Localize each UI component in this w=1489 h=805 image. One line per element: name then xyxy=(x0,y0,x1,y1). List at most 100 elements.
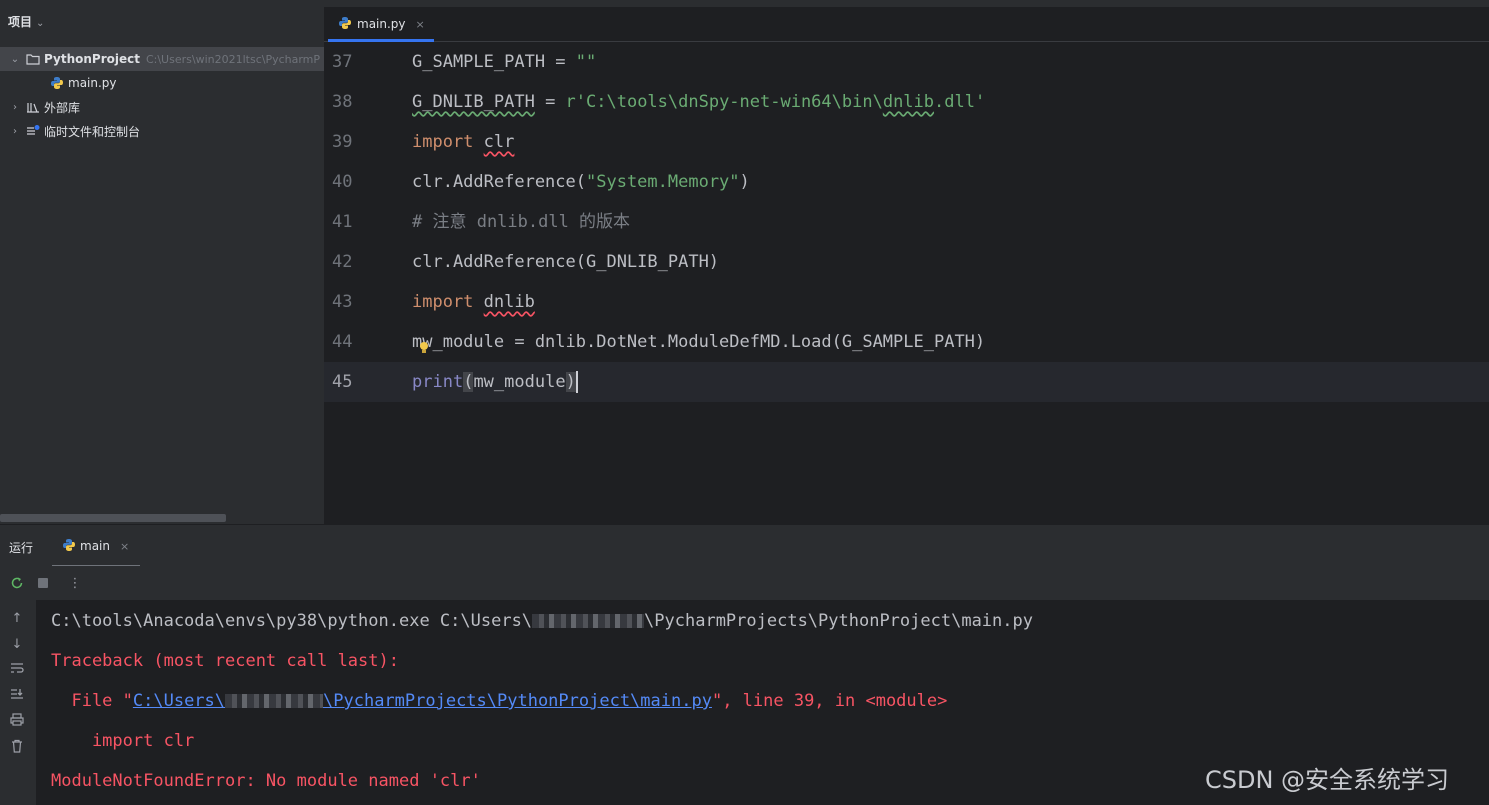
project-panel-title: 项目 xyxy=(8,15,33,29)
redacted-username xyxy=(225,694,324,708)
console-text: \PycharmProjects\PythonProject\main.py xyxy=(644,611,1033,631)
python-icon xyxy=(62,538,76,555)
line-number: 39 xyxy=(332,132,353,152)
code-text: mw_module xyxy=(473,372,566,392)
tree-item-main-py[interactable]: main.py xyxy=(0,71,324,95)
line-number-current: 45 xyxy=(332,372,353,392)
python-file-icon xyxy=(50,76,64,90)
tree-item-external-libraries[interactable]: › 外部库 xyxy=(0,95,324,119)
redacted-username xyxy=(532,614,645,628)
tree-item-label: 外部库 xyxy=(44,100,81,115)
code-string: .dll' xyxy=(934,92,986,112)
project-path: C:\Users\win2021ltsc\PycharmP xyxy=(145,52,321,66)
console-error-message: ModuleNotFoundError: No module named 'cl… xyxy=(51,761,481,801)
tab-main-py[interactable]: main.py × xyxy=(328,7,434,42)
code-line-38[interactable]: G_DNLIB_PATH = r'C:\tools\dnSpy-net-win6… xyxy=(412,82,985,122)
chevron-right-icon[interactable]: › xyxy=(10,126,20,137)
chevron-down-icon: ⌄ xyxy=(36,18,45,29)
trash-icon[interactable] xyxy=(7,739,27,759)
python-file-icon xyxy=(338,16,352,33)
code-string: dnlib xyxy=(882,92,935,112)
code-string: "System.Memory" xyxy=(586,172,740,192)
line-number: 42 xyxy=(332,252,353,272)
code-line-37[interactable]: G_SAMPLE_PATH = "" xyxy=(412,42,596,82)
project-name: PythonProject xyxy=(44,52,140,66)
line-number: 40 xyxy=(332,172,353,192)
print-icon[interactable] xyxy=(7,713,27,733)
tab-run-main[interactable]: main × xyxy=(52,525,140,567)
code-line-40[interactable]: clr.AddReference("System.Memory") xyxy=(412,162,750,202)
code-builtin: print xyxy=(412,372,464,392)
window-top-strip xyxy=(0,0,1489,7)
line-number: 44 xyxy=(332,332,353,352)
code-line-41[interactable]: # 注意 dnlib.dll 的版本 xyxy=(412,202,630,242)
project-panel-header[interactable]: 项目 ⌄ xyxy=(8,13,44,30)
code-text: clr.AddReference(G_DNLIB_PATH) xyxy=(412,252,720,272)
code-string: "" xyxy=(575,52,597,72)
code-line-45[interactable]: print(mw_module) xyxy=(412,362,578,402)
folder-icon xyxy=(26,52,40,66)
console-file-line: File "C:\Users\ \PycharmProjects\PythonPr… xyxy=(51,681,947,721)
chevron-down-icon[interactable]: ⌄ xyxy=(10,54,20,65)
brace-highlight: ) xyxy=(565,372,576,392)
close-icon[interactable]: × xyxy=(120,540,129,553)
console-error-text: Traceback (most recent call last): xyxy=(51,651,399,671)
tree-item-label: 临时文件和控制台 xyxy=(44,124,141,139)
tab-label: main xyxy=(80,539,110,553)
run-panel-header: 运行 main × xyxy=(0,524,1489,567)
file-link[interactable]: C:\Users\ \PycharmProjects\PythonProject\… xyxy=(133,691,712,711)
scroll-to-end-icon[interactable] xyxy=(7,687,27,707)
line-number: 41 xyxy=(332,212,353,232)
console-error-text: File " xyxy=(51,691,133,711)
code-module-unresolved: clr xyxy=(483,132,515,152)
close-icon[interactable]: × xyxy=(416,18,425,31)
code-keyword: import xyxy=(412,292,474,312)
chevron-right-icon[interactable]: › xyxy=(10,102,20,113)
run-panel-title: 运行 xyxy=(9,541,34,555)
scratch-icon xyxy=(26,124,40,138)
code-line-39[interactable]: import clr xyxy=(412,122,514,162)
code-text: = xyxy=(534,92,566,112)
lightbulb-icon[interactable] xyxy=(418,340,430,354)
code-line-44[interactable]: mw_module = dnlib.DotNet.ModuleDefMD.Loa… xyxy=(412,322,985,362)
tree-item-label: main.py xyxy=(68,76,117,90)
console-error-text: ", line 39, in <module> xyxy=(711,691,948,711)
code-string: r'C:\tools\dnSpy-net-win64\bin\ xyxy=(565,92,883,112)
text-caret xyxy=(575,371,578,393)
code-text: mw_module = dnlib.DotNet.ModuleDefMD.Loa… xyxy=(412,332,986,352)
code-module-unresolved: dnlib xyxy=(483,292,535,312)
tree-item-scratches[interactable]: › 临时文件和控制台 xyxy=(0,119,324,143)
down-arrow-icon[interactable]: ↓ xyxy=(7,635,27,655)
code-keyword: import xyxy=(412,132,474,152)
code-text: G_SAMPLE_PATH = xyxy=(412,52,576,72)
code-line-42[interactable]: clr.AddReference(G_DNLIB_PATH) xyxy=(412,242,719,282)
file-link-text[interactable]: C:\Users\ xyxy=(133,691,225,711)
horizontal-scrollbar[interactable] xyxy=(0,514,226,522)
code-line-43[interactable]: import dnlib xyxy=(412,282,535,322)
console-text: C:\tools\Anacoda\envs\py38\python.exe C:… xyxy=(51,611,533,631)
soft-wrap-icon[interactable] xyxy=(7,661,27,681)
line-number: 37 xyxy=(332,52,353,72)
more-icon[interactable]: ⋮ xyxy=(66,574,84,592)
console-source-line: import clr xyxy=(51,721,194,761)
line-number: 43 xyxy=(332,292,353,312)
project-panel: 项目 ⌄ ⌄ PythonProject C:\Users\win2021ltsc… xyxy=(0,7,324,524)
rerun-icon[interactable] xyxy=(8,574,26,592)
file-link-text[interactable]: \PycharmProjects\PythonProject\main.py xyxy=(323,691,712,711)
code-text: ) xyxy=(739,172,750,192)
console-command-line: C:\tools\Anacoda\envs\py38\python.exe C:… xyxy=(51,601,1033,641)
console-error-text: ModuleNotFoundError: No module named 'cl… xyxy=(51,771,481,791)
code-comment: # 注意 dnlib.dll 的版本 xyxy=(412,212,631,232)
watermark: CSDN @安全系统学习 xyxy=(1205,766,1450,794)
up-arrow-icon[interactable]: ↑ xyxy=(7,609,27,629)
run-side-toolbar: ↑ ↓ xyxy=(0,600,36,805)
stop-icon[interactable] xyxy=(34,574,52,592)
code-text: G_DNLIB_PATH xyxy=(412,92,535,112)
tree-item-project-root[interactable]: ⌄ PythonProject C:\Users\win2021ltsc\Pyc… xyxy=(0,47,324,71)
line-number: 38 xyxy=(332,92,353,112)
code-text: clr.AddReference( xyxy=(412,172,586,192)
console-traceback-line: Traceback (most recent call last): xyxy=(51,641,399,681)
library-icon xyxy=(26,100,40,114)
tab-label: main.py xyxy=(357,17,406,31)
editor-tab-bar: main.py × xyxy=(324,7,1489,42)
